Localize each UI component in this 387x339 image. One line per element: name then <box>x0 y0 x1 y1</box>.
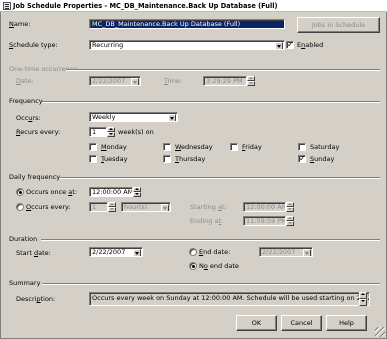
enabled-checkbox[interactable] <box>286 40 294 50</box>
one-time-date-value: 2/22/2007 <box>92 77 126 85</box>
one-time-time-spinner[interactable] <box>247 76 255 86</box>
one-time-divider <box>66 69 380 71</box>
duration-divider <box>41 239 380 241</box>
saturday-label: Saturday <box>310 143 340 151</box>
name-label: Name: <box>9 20 31 28</box>
monday-checkbox[interactable] <box>89 143 97 151</box>
ending-time-spinner[interactable] <box>286 216 294 226</box>
wednesday-label: Wednesday <box>175 143 213 151</box>
chevron-down-icon[interactable] <box>303 249 311 256</box>
occurs-once-radio[interactable] <box>16 188 24 196</box>
ok-button[interactable]: OK <box>236 315 277 331</box>
chevron-down-icon[interactable] <box>275 42 283 49</box>
occurs-every-field[interactable]: 1 <box>89 202 108 212</box>
schedule-type-value: Recurring <box>92 41 124 49</box>
friday-checkbox[interactable] <box>230 143 238 151</box>
spin-down-icon[interactable] <box>107 132 115 137</box>
start-date-value: 2/22/2007 <box>92 248 126 256</box>
end-date-radio[interactable] <box>189 248 197 256</box>
occurs-every-radio[interactable] <box>16 203 24 211</box>
start-date-label: Start date: <box>16 249 51 257</box>
recurs-unit: week(s) on <box>118 128 154 136</box>
summary-divider <box>42 283 380 285</box>
time-label: Time: <box>164 77 183 85</box>
chevron-down-icon[interactable] <box>131 78 139 85</box>
description-label: Description: <box>16 295 56 303</box>
duration-section-label: Duration <box>9 235 38 243</box>
name-field[interactable]: MC_DB_Maintenance.Back Up Database (Full… <box>89 19 285 29</box>
schedule-type-select[interactable]: Recurring <box>89 40 285 50</box>
summary-section-label: Summary <box>9 279 41 287</box>
occurs-value: Weekly <box>92 113 116 121</box>
tuesday-checkbox[interactable] <box>89 155 97 163</box>
end-date-label: End date: <box>199 248 231 256</box>
occurs-once-time-field[interactable]: 12:00:00 AM <box>89 187 133 197</box>
monday-label: Monday <box>101 143 127 151</box>
sunday-label: Sunday <box>310 155 335 163</box>
tuesday-label: Tuesday <box>101 155 128 163</box>
occurs-select[interactable]: Weekly <box>89 112 178 122</box>
saturday-checkbox[interactable] <box>298 143 306 151</box>
jobs-in-schedule-button[interactable]: Jobs in Schedule <box>297 17 380 33</box>
occurs-every-label: Occurs every: <box>26 203 71 211</box>
window-title: Job Schedule Properties - MC_DB_Maintena… <box>13 2 278 10</box>
spin-down-icon[interactable] <box>247 81 255 86</box>
scroll-up-icon[interactable] <box>359 292 367 299</box>
spin-down-icon[interactable] <box>108 207 116 212</box>
recurs-label: Recurs every: <box>16 128 61 136</box>
wednesday-checkbox[interactable] <box>163 143 171 151</box>
recurs-spinner[interactable] <box>107 127 115 137</box>
end-date-select[interactable]: 2/22/2007 <box>259 247 313 257</box>
spin-down-icon[interactable] <box>133 192 141 197</box>
daily-section-label: Daily frequency <box>9 173 61 181</box>
spin-down-icon[interactable] <box>286 221 294 226</box>
description-field: Occurs every week on Sunday at 12:00:00 … <box>89 292 370 306</box>
sunday-checkbox[interactable] <box>298 154 306 164</box>
starting-label: Starting at: <box>190 203 227 211</box>
description-scrollbar[interactable] <box>359 292 367 306</box>
chevron-down-icon[interactable] <box>133 249 141 256</box>
chevron-down-icon[interactable] <box>161 204 169 211</box>
recurs-field[interactable]: 1 <box>89 127 107 137</box>
cancel-button[interactable]: Cancel <box>281 315 322 331</box>
one-time-time-field[interactable]: 3:29:29 PM <box>203 76 247 86</box>
ending-label: Ending at: <box>190 217 224 225</box>
occurs-every-unit-value: hour(s) <box>124 203 148 211</box>
no-end-date-radio[interactable] <box>189 262 197 270</box>
frequency-section-label: Frequency <box>9 97 43 105</box>
thursday-label: Thursday <box>175 155 206 163</box>
one-time-date-select[interactable]: 2/22/2007 <box>89 76 141 86</box>
daily-divider <box>60 177 380 179</box>
thursday-checkbox[interactable] <box>163 155 171 163</box>
start-date-select[interactable]: 2/22/2007 <box>89 247 143 257</box>
starting-time-field[interactable]: 12:00:00 AM <box>243 202 286 212</box>
schedule-type-label: Schedule type: <box>9 41 58 49</box>
occurs-once-label: Occurs once at: <box>26 188 77 196</box>
date-label: Date: <box>16 77 34 85</box>
occurs-label: Occurs: <box>16 114 41 122</box>
no-end-date-label: No end date <box>199 262 239 270</box>
occurs-every-spinner[interactable] <box>108 202 116 212</box>
end-date-value: 2/22/2007 <box>262 248 296 256</box>
spin-down-icon[interactable] <box>286 207 294 212</box>
enabled-label: Enabled <box>297 41 324 49</box>
friday-label: Friday <box>242 143 262 151</box>
chevron-down-icon[interactable] <box>168 114 176 121</box>
occurs-every-unit-select[interactable]: hour(s) <box>121 202 171 212</box>
help-button[interactable]: Help <box>326 315 367 331</box>
scroll-down-icon[interactable] <box>359 299 367 306</box>
ending-time-field[interactable]: 11:59:59 PM <box>243 216 286 226</box>
resize-grip-icon[interactable] <box>375 327 385 337</box>
occurs-once-spinner[interactable] <box>133 187 141 197</box>
frequency-divider <box>42 101 380 103</box>
title-bar: Job Schedule Properties - MC_DB_Maintena… <box>0 0 387 12</box>
starting-time-spinner[interactable] <box>286 202 294 212</box>
schedule-icon <box>3 2 11 10</box>
